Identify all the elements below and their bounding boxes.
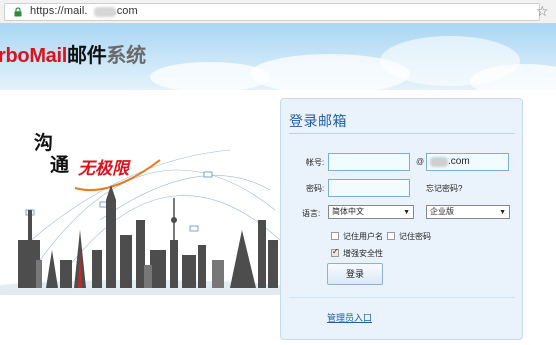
password-label: 密码: <box>306 184 325 193</box>
remember-username-checkbox[interactable] <box>331 232 339 240</box>
forgot-password-link[interactable]: 忘记密码? <box>426 183 462 194</box>
account-label: 帐号: <box>306 158 325 167</box>
brand-logo: rboMail邮件系统 <box>0 45 146 67</box>
title-divider <box>289 133 515 134</box>
remember-password-checkbox[interactable] <box>387 232 395 240</box>
admin-portal-link[interactable]: 管理员入口 <box>327 311 372 324</box>
header-banner: rboMail邮件系统 <box>0 24 556 90</box>
login-panel: 登录邮箱 帐号: @ .com 密码: 忘记密码? 语言: 简体中文 ▼ 企业版… <box>280 98 523 340</box>
edition-select[interactable]: 企业版 ▼ <box>426 205 510 219</box>
login-title: 登录邮箱 <box>289 113 347 129</box>
browser-toolbar: https://mail. .com ☆ <box>0 0 556 24</box>
dropdown-arrow-icon: ▼ <box>499 209 506 216</box>
at-sign: @ <box>416 157 425 166</box>
language-label: 语言: <box>302 209 321 218</box>
remember-username-label: 记住用户名 <box>343 232 383 241</box>
domain-field[interactable]: .com <box>426 153 509 171</box>
enhance-security-label: 增强安全性 <box>343 249 383 258</box>
password-input[interactable] <box>328 179 410 197</box>
lock-icon <box>14 7 22 17</box>
url-redacted-domain <box>94 7 116 17</box>
dropdown-arrow-icon: ▼ <box>403 209 410 216</box>
account-input[interactable] <box>328 153 410 171</box>
language-select[interactable]: 简体中文 ▼ <box>328 205 414 219</box>
domain-redacted <box>430 157 448 167</box>
login-button[interactable]: 登录 <box>327 263 383 285</box>
bookmark-star-icon[interactable]: ☆ <box>536 3 549 20</box>
enhance-security-checkbox[interactable] <box>331 247 339 257</box>
panel-divider <box>289 297 515 298</box>
login-page-body: 沟 通 无极限 登录邮箱 帐号: @ .com 密码: 忘记密码? 语言: 简体… <box>0 90 556 345</box>
city-skyline-illustration <box>0 149 285 295</box>
url-text[interactable]: https://mail. .com <box>30 5 138 17</box>
remember-password-label: 记住密码 <box>399 232 431 241</box>
